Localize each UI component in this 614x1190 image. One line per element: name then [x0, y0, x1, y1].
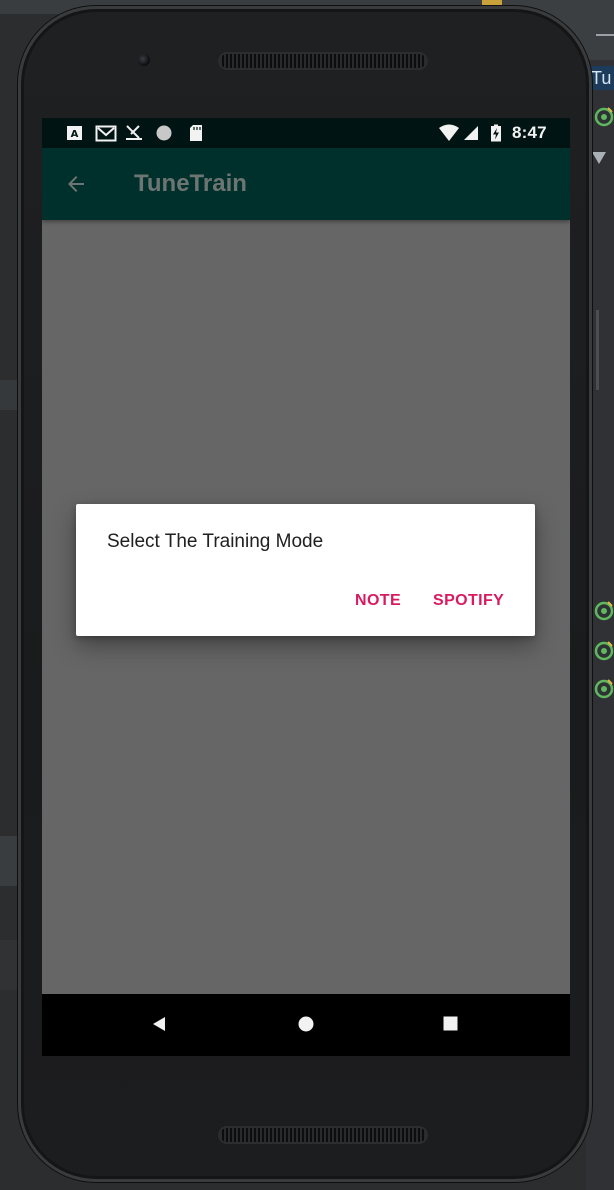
spotify-button[interactable]: SPOTIFY	[433, 592, 504, 610]
status-bar: A 8:47	[42, 118, 570, 148]
bottom-speaker-grille	[218, 1126, 428, 1144]
ide-collapse-icon[interactable]	[592, 152, 606, 164]
arrow-back-icon[interactable]	[64, 172, 88, 196]
ide-scrollbar[interactable]	[596, 310, 599, 390]
status-clock: 8:47	[512, 123, 547, 142]
app-title: TuneTrain	[134, 170, 247, 197]
dialog-title: Select The Training Mode	[107, 531, 324, 552]
ide-minimize-icon[interactable]	[596, 34, 614, 36]
gutter-override-icon[interactable]	[592, 676, 614, 702]
wifi-icon	[439, 124, 459, 141]
nav-recent-icon[interactable]	[443, 1016, 458, 1031]
gutter-override-icon[interactable]	[592, 104, 614, 130]
svg-text:A: A	[71, 129, 79, 140]
training-mode-dialog: Select The Training Mode NOTE SPOTIFY	[76, 504, 535, 636]
nav-home-icon[interactable]	[298, 1016, 314, 1032]
sd-card-icon	[190, 125, 202, 141]
nav-back-icon[interactable]	[152, 1016, 166, 1032]
scissors-icon	[126, 125, 142, 140]
a-notification-icon: A	[67, 126, 82, 140]
gmail-icon	[95, 125, 117, 142]
signal-icon	[464, 126, 478, 140]
circle-notification-icon	[156, 125, 172, 141]
gutter-override-icon[interactable]	[592, 598, 614, 624]
top-speaker-grille	[218, 52, 428, 70]
note-button[interactable]: NOTE	[355, 592, 401, 610]
emulator-stage: Tu A 8:47 TuneTrain Select The Training …	[0, 0, 614, 1190]
gutter-override-icon[interactable]	[592, 638, 614, 664]
app-toolbar: TuneTrain	[42, 148, 570, 220]
device-screen: A 8:47 TuneTrain Select The Training Mod…	[42, 118, 570, 1056]
battery-charging-icon	[491, 124, 501, 142]
front-camera	[138, 54, 150, 66]
system-navigation-bar	[42, 994, 570, 1056]
